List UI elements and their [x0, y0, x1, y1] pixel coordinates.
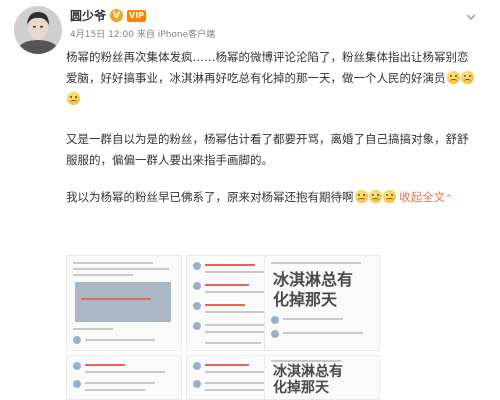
laugh-cry-emoji-icon: [368, 190, 382, 203]
image-caption: 冰淇淋总有: [273, 270, 354, 289]
laugh-cry-emoji-icon: [446, 71, 460, 84]
weibo-post: 圆少爷 V VIP 4月15日 12:00 来自 iPhone客户端 杨幂的粉丝…: [0, 0, 500, 400]
image-thumbnail[interactable]: [66, 355, 182, 400]
laugh-cry-emoji-icon: [460, 71, 474, 84]
username-row: 圆少爷 V VIP: [70, 7, 147, 24]
image-caption: 冰淇淋总有: [273, 364, 343, 380]
laugh-cry-emoji-icon: [354, 190, 368, 203]
post-paragraph-3: 我以为杨幂的粉丝早已佛系了，原来对杨幂还抱有期待啊 收起全文^: [66, 190, 453, 204]
collapse-text-button[interactable]: 收起全文: [399, 190, 445, 204]
vip-icon: VIP: [127, 9, 147, 22]
post-time[interactable]: 12:00: [108, 30, 134, 40]
post-meta: 4月15日 12:00 来自 iPhone客户端: [70, 27, 215, 40]
post-date[interactable]: 4月15日: [70, 30, 105, 40]
laugh-cry-emoji-icon: [67, 92, 80, 105]
post-line: 杨幂的粉丝再次集体发疯……杨幂的微博评论沦陷了，粉丝集体指出让杨幂别恋: [66, 50, 469, 64]
chevron-up-icon: ^: [445, 194, 453, 204]
image-caption: 化掉那天: [273, 380, 329, 396]
image-thumbnail[interactable]: 冰淇淋总有 化掉那天: [264, 255, 380, 351]
laugh-cry-emoji-icon: [382, 190, 396, 203]
verified-icon: V: [110, 9, 124, 22]
post-paragraph-2: 又是一群自以为是的粉丝，杨幂估计看了都要开骂，离婚了自己搞搞对象，舒舒 服服的，…: [66, 129, 486, 171]
username[interactable]: 圆少爷: [70, 7, 106, 24]
post-line: 又是一群自以为是的粉丝，杨幂估计看了都要开骂，离婚了自己搞搞对象，舒舒: [66, 132, 469, 146]
chevron-down-icon[interactable]: [464, 10, 478, 24]
post-paragraph-1: 杨幂的粉丝再次集体发疯……杨幂的微博评论沦陷了，粉丝集体指出让杨幂别恋 爱脑，好…: [66, 47, 486, 110]
source-device: iPhone客户端: [157, 30, 216, 40]
emoji-line: [66, 89, 486, 110]
image-thumbnail[interactable]: 冰淇淋总有 化掉那天: [264, 355, 380, 400]
image-caption: 化掉那天: [273, 290, 338, 309]
image-thumbnail[interactable]: [66, 255, 182, 351]
post-line: 服服的，偏偏一群人要出来指手画脚的。: [66, 153, 273, 167]
source-prefix: 来自: [136, 30, 155, 40]
avatar-image: [14, 6, 62, 54]
avatar[interactable]: [14, 6, 62, 54]
post-line-with-emoji: 爱脑，好好搞事业，冰淇淋再好吃总有化掉的那一天，做一个人民的好演员: [66, 68, 486, 89]
